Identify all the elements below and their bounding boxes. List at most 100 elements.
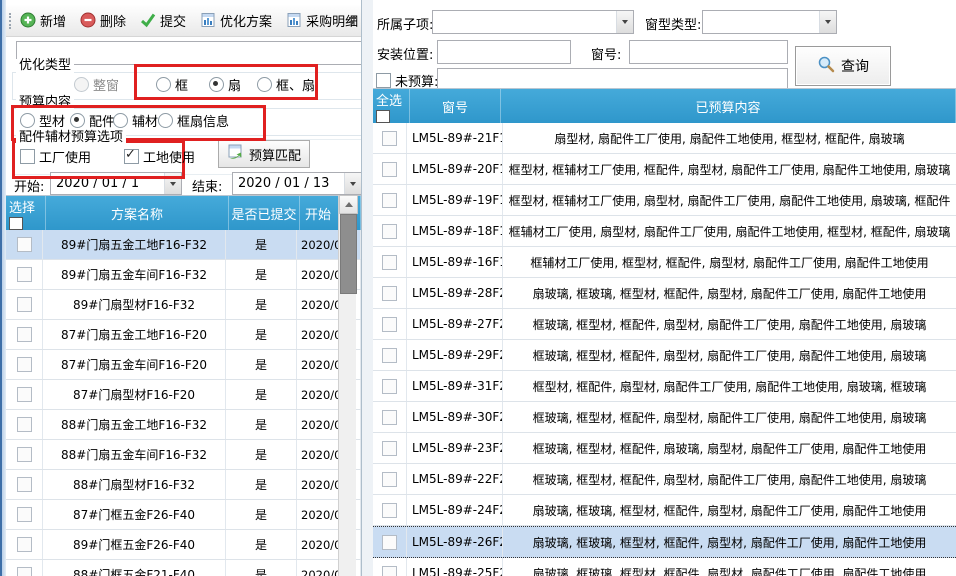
window-table-row[interactable]: LM5L-89#-31F29 框型材, 框配件, 扇型材, 扇配件工厂使用, 扇… xyxy=(373,371,956,402)
row-checkbox[interactable] xyxy=(382,162,397,177)
plan-table-row[interactable]: 87#门扇型材F16-F20 是 2020/0 xyxy=(6,380,361,410)
toolbar-grip[interactable] xyxy=(9,13,14,29)
chevron-down-icon[interactable] xyxy=(164,173,181,194)
radio-frame-sash[interactable]: 框、扇 xyxy=(257,75,315,94)
row-checkbox[interactable] xyxy=(382,441,397,456)
start-date-picker[interactable]: 2020 / 01 / 1 xyxy=(50,172,182,195)
row-checkbox[interactable] xyxy=(17,357,32,372)
plan-table-row[interactable]: 89#门扇五金车间F16-F32 是 2020/0 xyxy=(6,260,361,290)
window-table-row[interactable]: LM5L-89#-18F16 框辅材工厂使用, 扇型材, 扇配件工厂使用, 扇配… xyxy=(373,216,956,247)
row-checkbox[interactable] xyxy=(382,193,397,208)
submitted-column-header[interactable]: 是否已提交 xyxy=(229,196,300,230)
radio-frame-sash-info[interactable]: 框扇信息 xyxy=(158,111,229,130)
toolbar-overflow-button[interactable] xyxy=(346,12,358,30)
plan-table-row[interactable]: 89#门扇型材F16-F32 是 2020/0 xyxy=(6,290,361,320)
radio-profile[interactable]: 型材 xyxy=(20,111,65,130)
chevron-down-icon[interactable] xyxy=(819,11,836,33)
select-all-checkbox[interactable] xyxy=(376,110,390,123)
checkbox-factory-use[interactable]: 工厂使用 xyxy=(20,147,91,166)
row-checkbox[interactable] xyxy=(382,566,397,576)
scroll-up-button[interactable] xyxy=(339,195,358,214)
plan-table-row[interactable]: 89#门扇五金工地F16-F32 是 2020/0 xyxy=(6,230,361,260)
window-table-row[interactable]: LM5L-89#-27F25 框玻璃, 框型材, 框配件, 扇型材, 扇配件工厂… xyxy=(373,309,956,340)
row-checkbox[interactable] xyxy=(17,567,32,576)
row-select-cell xyxy=(373,495,407,525)
plan-name: 87#门扇五金工地F16-F20 xyxy=(43,320,226,349)
end-date-picker[interactable]: 2020 / 01 / 13 xyxy=(232,172,362,195)
row-checkbox[interactable] xyxy=(17,417,32,432)
plan-table-scrollbar[interactable] xyxy=(338,195,356,576)
row-checkbox[interactable] xyxy=(382,286,397,301)
row-checkbox[interactable] xyxy=(382,535,397,550)
row-checkbox[interactable] xyxy=(382,410,397,425)
plan-table-row[interactable]: 89#门框五金F26-F40 是 2020/0 xyxy=(6,530,361,560)
add-button[interactable]: 新增 xyxy=(16,9,70,32)
window-table-row[interactable]: LM5L-89#-24F22 扇玻璃, 框玻璃, 框型材, 框配件, 扇型材, … xyxy=(373,495,956,526)
row-checkbox[interactable] xyxy=(17,477,32,492)
row-checkbox[interactable] xyxy=(17,507,32,522)
checkbox-label: 工厂使用 xyxy=(39,147,91,166)
checkbox-site-use[interactable]: 工地使用 xyxy=(124,147,195,166)
scrollbar-thumb[interactable] xyxy=(340,214,357,294)
row-checkbox[interactable] xyxy=(382,379,397,394)
delete-button[interactable]: 删除 xyxy=(76,9,130,32)
row-checkbox[interactable] xyxy=(382,472,397,487)
plan-table-row[interactable]: 88#门扇五金工地F16-F32 是 2020/0 xyxy=(6,410,361,440)
row-checkbox[interactable] xyxy=(382,317,397,332)
window-table-row[interactable]: LM5L-89#-23F21 框玻璃, 框型材, 框配件, 扇玻璃, 扇型材, … xyxy=(373,433,956,464)
select-all-checkbox[interactable] xyxy=(9,217,23,230)
row-checkbox[interactable] xyxy=(382,503,397,518)
content-column-header[interactable]: 已预算内容 xyxy=(501,89,956,123)
radio-label: 框 xyxy=(175,75,188,94)
window-table-row[interactable]: LM5L-89#-16F15 框辅材工厂使用, 框型材, 框配件, 扇型材, 扇… xyxy=(373,247,956,278)
window-table-row[interactable]: LM5L-89#-22F20 框玻璃, 框型材, 框配件, 扇型材, 扇配件工厂… xyxy=(373,464,956,495)
window-no-column-header[interactable]: 窗号 xyxy=(410,89,501,123)
radio-frame[interactable]: 框 xyxy=(156,75,188,94)
radio-icon xyxy=(158,113,173,128)
row-checkbox[interactable] xyxy=(17,267,32,282)
plan-table-row[interactable]: 88#门框五金F21-F40 是 2020/0 xyxy=(6,560,361,576)
install-position-input[interactable] xyxy=(437,40,571,64)
plan-table-row[interactable]: 88#门扇五金车间F16-F32 是 2020/0 xyxy=(6,440,361,470)
radio-sash[interactable]: 扇 xyxy=(209,75,241,94)
row-checkbox[interactable] xyxy=(382,224,397,239)
window-table-row[interactable]: LM5L-89#-29F27 框玻璃, 框型材, 框配件, 扇型材, 扇配件工厂… xyxy=(373,340,956,371)
optimize-plan-button[interactable]: 优化方案 xyxy=(196,9,276,32)
plan-table-row[interactable]: 88#门扇型材F16-F32 是 2020/0 xyxy=(6,470,361,500)
window-table-row[interactable]: LM5L-89#-26F24 扇玻璃, 框玻璃, 框型材, 框配件, 扇型材, … xyxy=(373,526,956,558)
window-table-row[interactable]: LM5L-89#-28F26 扇玻璃, 框玻璃, 框型材, 框配件, 扇型材, … xyxy=(373,278,956,309)
plan-table-row[interactable]: 87#门扇五金车间F16-F20 是 2020/0 xyxy=(6,350,361,380)
window-no-input[interactable] xyxy=(629,40,788,64)
plan-submitted: 是 xyxy=(226,290,297,319)
window-no: LM5L-89#-18F16 xyxy=(407,216,503,246)
budgeted-content: 框辅材工厂使用, 框型材, 框配件, 扇型材, 扇配件工厂使用, 扇配件工地使用 xyxy=(503,247,956,277)
window-table-row[interactable]: LM5L-89#-21F19 扇型材, 扇配件工厂使用, 扇配件工地使用, 框型… xyxy=(373,123,956,154)
row-checkbox[interactable] xyxy=(382,131,397,146)
window-table-row[interactable]: LM5L-89#-20F18 框型材, 框辅材工厂使用, 框配件, 扇型材, 扇… xyxy=(373,154,956,185)
window-type-dropdown[interactable] xyxy=(702,10,837,34)
plan-table-row[interactable]: 87#门扇五金工地F16-F20 是 2020/0 xyxy=(6,320,361,350)
row-checkbox[interactable] xyxy=(17,537,32,552)
window-table-row[interactable]: LM5L-89#-19F17 框型材, 框辅材工厂使用, 扇型材, 扇配件工厂使… xyxy=(373,185,956,216)
budget-match-button[interactable]: 预算匹配 xyxy=(218,140,310,168)
chevron-down-icon[interactable] xyxy=(344,173,361,194)
row-checkbox[interactable] xyxy=(17,447,32,462)
window-table-row[interactable]: LM5L-89#-30F28 框玻璃, 框型材, 框配件, 扇型材, 扇配件工厂… xyxy=(373,402,956,433)
chevron-down-icon[interactable] xyxy=(616,11,633,33)
submit-button[interactable]: 提交 xyxy=(136,9,190,32)
sub-item-dropdown[interactable] xyxy=(432,10,634,34)
radio-whole-window[interactable]: 整窗 xyxy=(74,75,119,94)
query-button[interactable]: 查询 xyxy=(795,46,891,86)
row-checkbox[interactable] xyxy=(17,327,32,342)
radio-auxiliary[interactable]: 辅材 xyxy=(113,111,158,130)
row-checkbox[interactable] xyxy=(17,297,32,312)
radio-accessory[interactable]: 配件 xyxy=(70,111,115,130)
row-checkbox[interactable] xyxy=(17,237,32,252)
row-checkbox[interactable] xyxy=(382,348,397,363)
row-checkbox[interactable] xyxy=(382,255,397,270)
row-checkbox[interactable] xyxy=(17,387,32,402)
window-table-row[interactable]: LM5L-89#-25F23 扇玻璃, 框玻璃, 框型材, 框配件, 扇型材, … xyxy=(373,558,956,576)
plan-table-row[interactable]: 87#门框五金F26-F40 是 2020/0 xyxy=(6,500,361,530)
plan-name-column-header[interactable]: 方案名称 xyxy=(46,196,229,230)
end-date-label: 结束: xyxy=(192,176,222,195)
